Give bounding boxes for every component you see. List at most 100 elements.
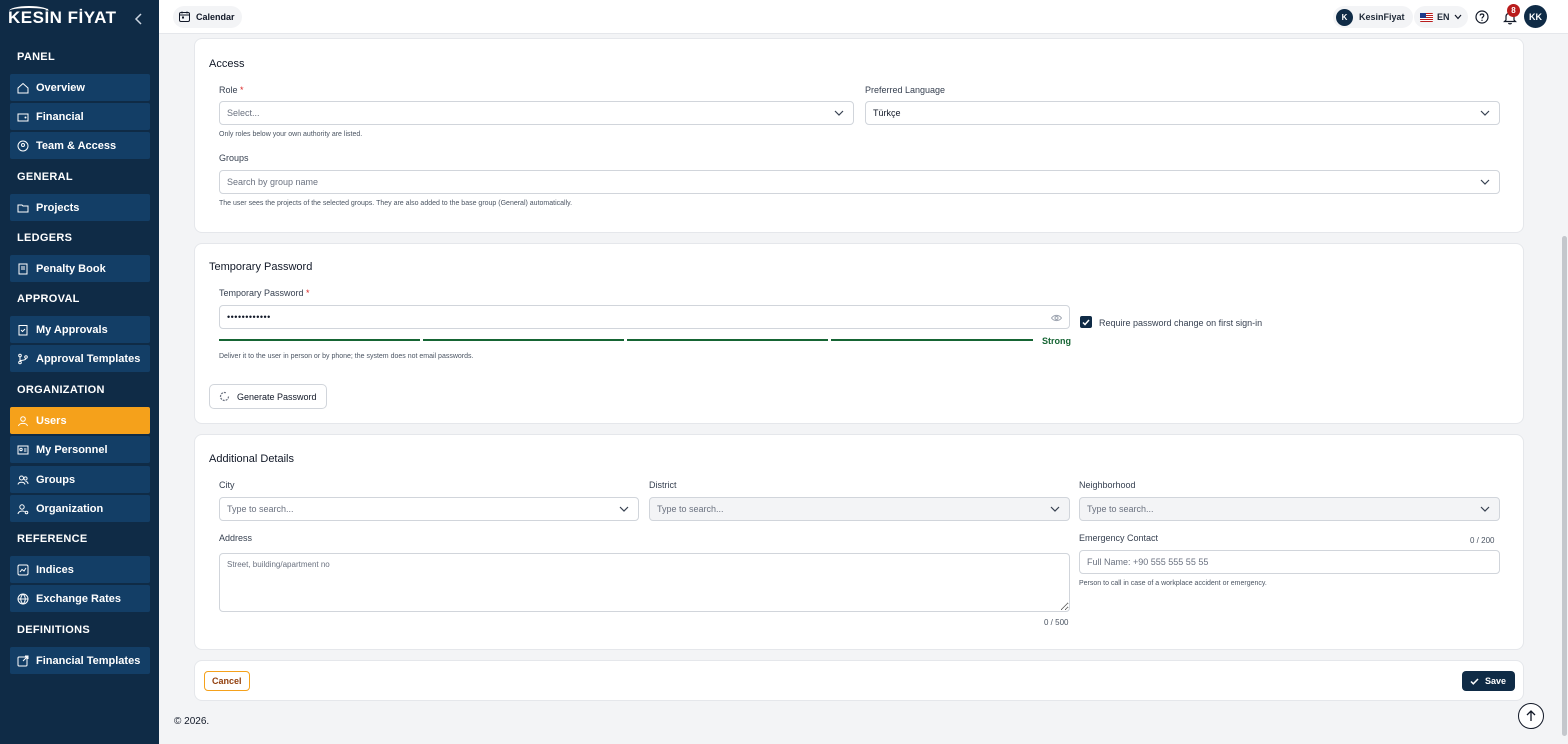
emergency-hint: Person to call in case of a workplace ac… bbox=[1079, 580, 1267, 587]
refresh-icon bbox=[219, 391, 230, 402]
sidebar-item-label: Overview bbox=[36, 81, 85, 94]
sidebar-item-label: Penalty Book bbox=[36, 262, 106, 275]
sidebar-item-label: My Approvals bbox=[36, 323, 108, 336]
user-icon bbox=[10, 415, 36, 427]
language-code: EN bbox=[1437, 12, 1450, 22]
generate-password-button[interactable]: Generate Password bbox=[209, 384, 327, 409]
password-input[interactable]: •••••••••••• bbox=[219, 305, 1070, 329]
password-title: Temporary Password bbox=[209, 261, 313, 273]
check-icon bbox=[1082, 319, 1090, 326]
city-label: City bbox=[219, 480, 235, 490]
city-select[interactable]: Type to search... bbox=[219, 497, 639, 521]
required-marker: * bbox=[240, 85, 244, 95]
details-title: Additional Details bbox=[209, 453, 294, 465]
scrollbar-thumb[interactable] bbox=[1562, 236, 1567, 736]
check-icon bbox=[1470, 677, 1479, 685]
emergency-label: Emergency Contact bbox=[1079, 533, 1159, 543]
eye-icon[interactable] bbox=[1051, 314, 1062, 322]
address-textarea[interactable] bbox=[219, 553, 1070, 612]
required-marker: * bbox=[306, 288, 310, 298]
sidebar-item-projects[interactable]: Projects bbox=[10, 194, 150, 221]
us-flag-icon bbox=[1420, 12, 1433, 22]
neighborhood-select[interactable]: Type to search... bbox=[1079, 497, 1500, 521]
groups-placeholder: Search by group name bbox=[227, 177, 319, 187]
sidebar-item-label: Approval Templates bbox=[36, 352, 141, 365]
collapse-sidebar-icon[interactable] bbox=[134, 12, 144, 28]
user-gear-icon bbox=[10, 503, 36, 515]
globe-icon bbox=[10, 593, 36, 605]
section-approval: APPROVAL bbox=[17, 293, 80, 305]
scroll-to-top-button[interactable] bbox=[1518, 703, 1544, 729]
preferred-language-select[interactable]: Türkçe bbox=[865, 101, 1500, 125]
sidebar-item-organization[interactable]: Organization bbox=[10, 495, 150, 522]
role-select[interactable]: Select... bbox=[219, 101, 854, 125]
wallet-icon bbox=[10, 111, 36, 123]
strength-bar-2 bbox=[423, 339, 624, 341]
details-card: Additional Details City Type to search..… bbox=[194, 434, 1524, 650]
sidebar-item-indices[interactable]: Indices bbox=[10, 556, 150, 583]
language-value: Türkçe bbox=[873, 108, 901, 118]
password-label: Temporary Password * bbox=[219, 288, 310, 298]
generate-label: Generate Password bbox=[237, 391, 317, 402]
sidebar-item-financial[interactable]: Financial bbox=[10, 103, 150, 130]
sidebar-item-my-personnel[interactable]: My Personnel bbox=[10, 436, 150, 463]
chart-line-icon bbox=[10, 564, 36, 576]
city-placeholder: Type to search... bbox=[227, 504, 294, 514]
sidebar-item-label: Financial Templates bbox=[36, 654, 141, 667]
sidebar-item-label: Financial bbox=[36, 110, 84, 123]
language-label: Preferred Language bbox=[865, 85, 946, 95]
neighborhood-label: Neighborhood bbox=[1079, 480, 1136, 490]
sidebar-item-exchange-rates[interactable]: Exchange Rates bbox=[10, 585, 150, 612]
chevron-down-icon bbox=[1480, 110, 1490, 116]
help-icon[interactable] bbox=[1475, 10, 1489, 29]
save-label: Save bbox=[1485, 676, 1507, 686]
section-general: GENERAL bbox=[17, 171, 73, 183]
external-doc-icon bbox=[10, 655, 36, 667]
sidebar-item-approval-templates[interactable]: Approval Templates bbox=[10, 345, 150, 372]
groups-select[interactable]: Search by group name bbox=[219, 170, 1500, 194]
sidebar-item-groups[interactable]: Groups bbox=[10, 466, 150, 493]
copyright: © 2026. bbox=[174, 716, 210, 727]
chevron-down-icon bbox=[834, 110, 844, 116]
sidebar-item-financial-templates[interactable]: Financial Templates bbox=[10, 647, 150, 674]
save-button[interactable]: Save bbox=[1462, 671, 1515, 691]
notification-count-badge: 8 bbox=[1507, 4, 1520, 17]
sidebar-item-users[interactable]: Users bbox=[10, 407, 150, 434]
access-title: Access bbox=[209, 58, 245, 70]
sidebar-item-my-approvals[interactable]: My Approvals bbox=[10, 316, 150, 343]
arrow-up-icon bbox=[1526, 710, 1536, 721]
role-placeholder: Select... bbox=[227, 108, 260, 118]
district-label: District bbox=[649, 480, 677, 490]
chevron-down-icon bbox=[1050, 506, 1060, 512]
id-card-icon bbox=[10, 444, 36, 456]
folder-icon bbox=[10, 202, 36, 214]
emergency-counter: 0 / 200 bbox=[1470, 536, 1495, 545]
sidebar-item-penalty-book[interactable]: Penalty Book bbox=[10, 255, 150, 282]
district-placeholder: Type to search... bbox=[657, 504, 724, 514]
district-select[interactable]: Type to search... bbox=[649, 497, 1070, 521]
logo: KESİN FİYAT bbox=[8, 8, 117, 27]
emergency-contact-input[interactable]: Full Name: +90 555 555 55 55 bbox=[1079, 550, 1500, 574]
cancel-button[interactable]: Cancel bbox=[204, 671, 250, 691]
require-change-label: Require password change on first sign-in bbox=[1099, 318, 1263, 328]
calendar-button[interactable]: Calendar bbox=[173, 6, 242, 28]
strength-label: Strong bbox=[1042, 336, 1071, 346]
language-selector[interactable]: EN bbox=[1414, 6, 1468, 28]
password-label-text: Temporary Password bbox=[219, 288, 304, 298]
calendar-label: Calendar bbox=[196, 12, 235, 22]
strength-bar-1 bbox=[219, 339, 420, 341]
role-label-text: Role bbox=[219, 85, 238, 95]
sidebar-item-label: Exchange Rates bbox=[36, 592, 121, 605]
calendar-icon bbox=[179, 11, 190, 24]
section-organization: ORGANIZATION bbox=[17, 384, 105, 396]
require-change-checkbox[interactable] bbox=[1080, 316, 1092, 328]
section-definitions: DEFINITIONS bbox=[17, 624, 90, 636]
sidebar-item-team-access[interactable]: Team & Access bbox=[10, 132, 150, 159]
password-hint: Deliver it to the user in person or by p… bbox=[219, 353, 474, 360]
sidebar-item-overview[interactable]: Overview bbox=[10, 74, 150, 101]
profile-avatar[interactable]: KK bbox=[1524, 5, 1547, 28]
chevron-down-icon bbox=[1480, 506, 1490, 512]
user-menu[interactable]: K KesinFiyat bbox=[1333, 6, 1413, 28]
avatar: K bbox=[1336, 8, 1353, 26]
role-hint: Only roles below your own authority are … bbox=[219, 131, 363, 138]
